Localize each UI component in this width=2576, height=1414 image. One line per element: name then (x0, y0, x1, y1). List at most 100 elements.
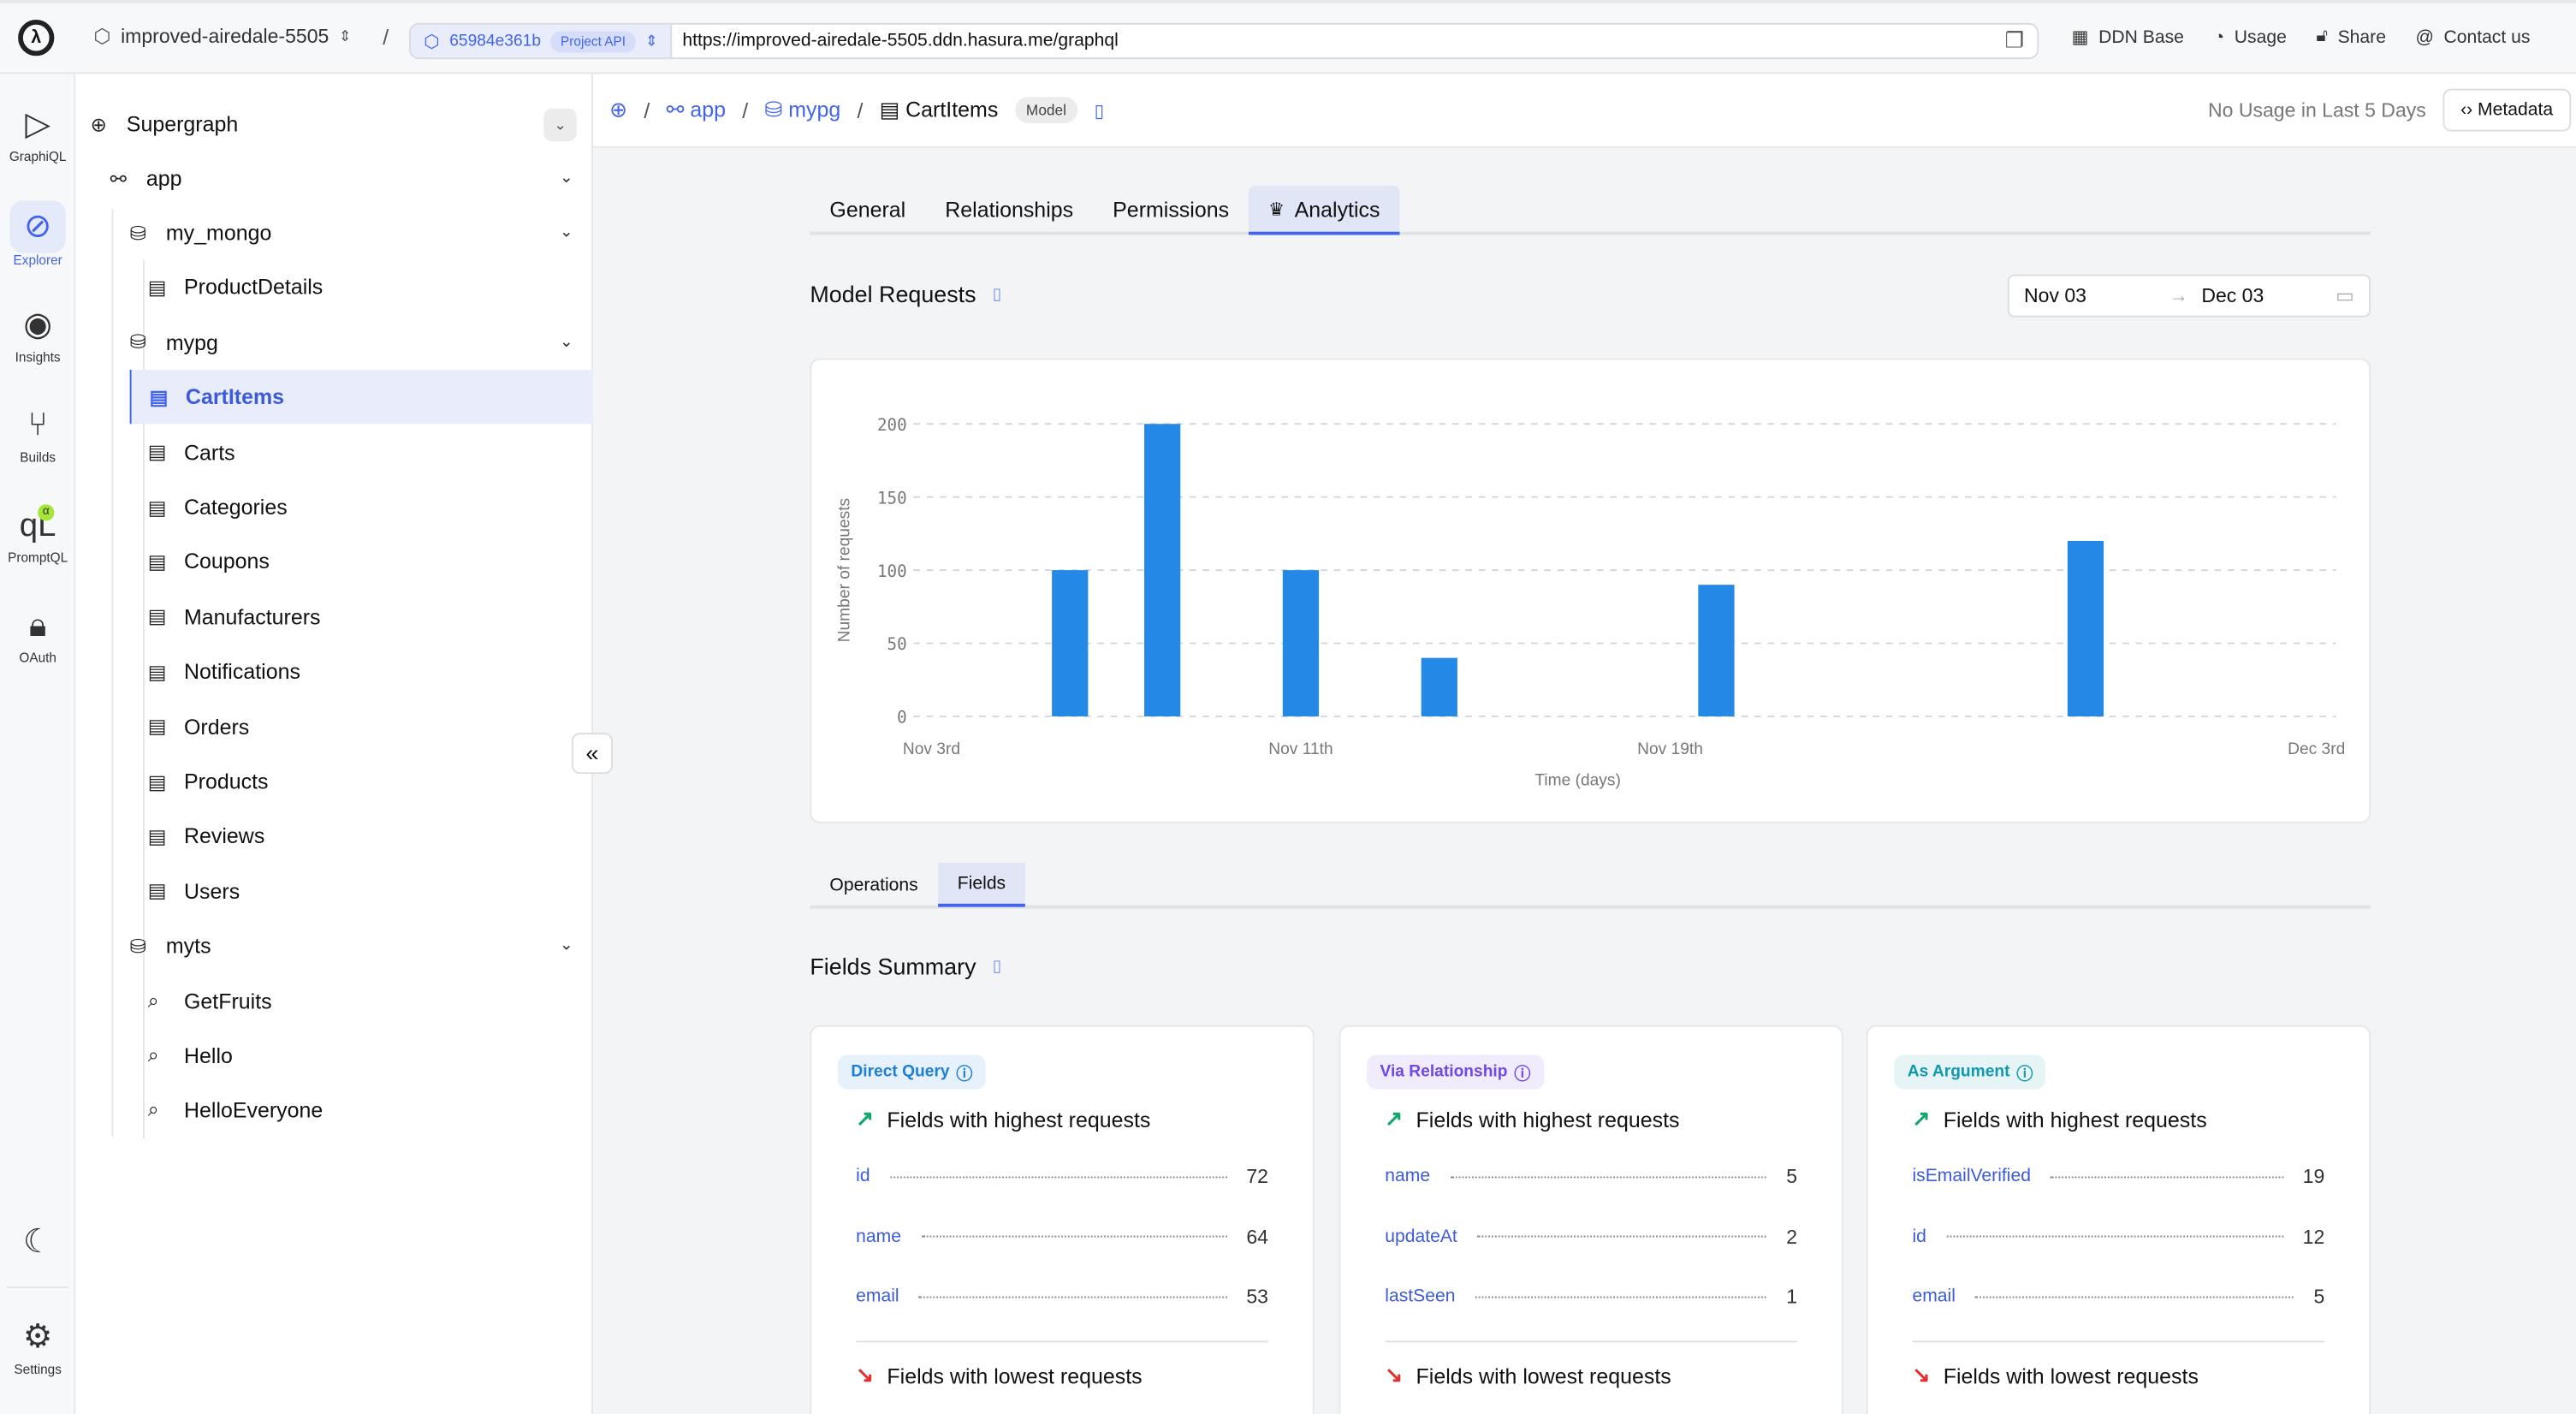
rail-label: OAuth (19, 651, 56, 666)
field-name[interactable]: email (1912, 1286, 1955, 1306)
date-from[interactable]: Nov 03 (2024, 284, 2169, 307)
bar[interactable] (1052, 570, 1089, 716)
date-to[interactable]: Dec 03 (2201, 284, 2336, 307)
tree-connector-myts[interactable]: ⛁ myts ⌄ (130, 918, 593, 972)
tree-item-ProductDetails[interactable]: ▤ ProductDetails (130, 260, 593, 314)
tree-label: Users (183, 878, 240, 904)
rail-insights[interactable]: ◉ Insights (0, 300, 75, 365)
tab-operations[interactable]: Operations (810, 860, 937, 910)
collapse-button[interactable]: ⌄ (543, 107, 577, 141)
bar[interactable] (1144, 424, 1181, 716)
copy-icon[interactable]: ❐ (2005, 28, 2038, 55)
bar[interactable] (1698, 585, 1735, 716)
share-label: Share (2337, 27, 2386, 47)
theme-toggle[interactable]: ☾ (0, 1217, 75, 1267)
search-icon: ⌕ (147, 988, 159, 1012)
tree-item-Reviews[interactable]: ▤ Reviews (130, 809, 593, 863)
badge-label: Via Relationship (1380, 1063, 1508, 1082)
gear-icon: ⚙ (22, 1319, 53, 1356)
lowest-heading: ↘ Fields with lowest requests (856, 1362, 1142, 1388)
usage-link[interactable]: ◔ Usage (2213, 27, 2286, 47)
rail-promptql[interactable]: qL α PromptQL (0, 501, 75, 565)
rail-explorer[interactable]: ⊘ Explorer (0, 200, 75, 268)
tree-label: Carts (183, 439, 235, 465)
tree-item-Coupons[interactable]: ▤ Coupons (130, 535, 593, 589)
x-axis-label: Time (days) (1534, 772, 1621, 790)
field-name[interactable]: lastSeen (1385, 1286, 1455, 1306)
left-rail: ▷ GraphiQL ⊘ Explorer ◉ Insights ⑂ Builds qL… (0, 74, 76, 1414)
date-range-picker[interactable]: Nov 03 → Dec 03 ▭ (2007, 274, 2371, 318)
tree-subgraph-app[interactable]: ⚯ app ⌄ (110, 152, 593, 205)
tree-connector-my_mongo[interactable]: ⛁ my_mongo ⌄ (130, 205, 593, 259)
tree-connector-mypg[interactable]: ⛁ mypg ⌄ (130, 315, 593, 369)
ddn-base-link[interactable]: ▦ DDN Base (2072, 27, 2184, 48)
tree-item-Manufacturers[interactable]: ▤ Manufacturers (130, 590, 593, 644)
info-icon[interactable]: ⓘ (2016, 1060, 2033, 1084)
branch-icon: ⑂ (27, 407, 48, 444)
tree-item-CartItems[interactable]: ▤ CartItems (129, 370, 593, 425)
build-selector[interactable]: ⬡ 65984e361b Project API ⇕ (410, 24, 673, 58)
table-icon: ▤ (147, 660, 167, 683)
contact-link[interactable]: @ Contact us (2416, 27, 2531, 47)
metadata-button[interactable]: ‹› Metadata (2442, 88, 2572, 132)
table-icon: ▤ (147, 715, 167, 739)
tab-fields[interactable]: Fields (937, 862, 1026, 907)
docs-icon[interactable]: ▯ (993, 957, 1002, 975)
info-icon[interactable]: ⓘ (956, 1060, 972, 1084)
rail-builds[interactable]: ⑂ Builds (0, 401, 75, 465)
docs-icon[interactable]: ▯ (993, 285, 1002, 303)
table-icon: ▤ (147, 550, 167, 573)
project-selector[interactable]: ⬡ improved-airedale-5505 ⇕ (93, 25, 351, 48)
field-name[interactable]: id (856, 1167, 870, 1186)
chevron-down-icon: ⌄ (559, 936, 573, 955)
field-name[interactable]: id (1912, 1227, 1926, 1246)
hasura-logo[interactable]: λ (18, 20, 55, 56)
tab-permissions[interactable]: Permissions (1093, 185, 1249, 235)
rail-settings[interactable]: ⚙ Settings (0, 1313, 75, 1376)
bar[interactable] (1282, 570, 1320, 716)
bar[interactable] (1421, 657, 1457, 716)
tree-item-Orders[interactable]: ▤ Orders (130, 699, 593, 753)
endpoint-url[interactable]: https://improved-airedale-5505.ddn.hasur… (673, 31, 2005, 50)
dotted-leader (921, 1235, 1227, 1238)
tree-supergraph[interactable]: ⊕ Supergraph ⌄ (91, 97, 577, 151)
section-title: Fields Summary (810, 953, 976, 980)
url-bar[interactable]: ⬡ 65984e361b Project API ⇕ https://impro… (408, 22, 2039, 60)
tab-relationships[interactable]: Relationships (925, 185, 1093, 235)
field-name[interactable]: email (856, 1286, 899, 1306)
tree-item-Carts[interactable]: ▤ Carts (130, 425, 593, 478)
docs-icon[interactable]: ▯ (1095, 99, 1105, 121)
category-badge: As Argument ⓘ (1894, 1055, 2046, 1090)
field-name[interactable]: updateAt (1385, 1227, 1457, 1246)
tree-item-Notifications[interactable]: ▤ Notifications (130, 645, 593, 698)
info-icon[interactable]: ⓘ (1514, 1060, 1530, 1084)
bar[interactable] (2067, 540, 2104, 716)
collapse-sidebar-button[interactable]: « (572, 733, 614, 775)
field-row: isEmailVerified 19 (1912, 1165, 2324, 1188)
tree-item-Users[interactable]: ▤ Users (130, 864, 593, 918)
globe-icon[interactable]: ⊕ (609, 97, 627, 123)
field-name[interactable]: name (856, 1227, 901, 1246)
tree-item-Hello[interactable]: ⌕ Hello (130, 1029, 593, 1083)
tree-item-HelloEveryone[interactable]: ⌕ HelloEveryone (130, 1084, 593, 1138)
tree-item-GetFruits[interactable]: ⌕ GetFruits (130, 974, 593, 1028)
tree-label: my_mongo (165, 220, 272, 246)
tree-item-Categories[interactable]: ▤ Categories (130, 480, 593, 534)
updown-icon: ⇕ (645, 32, 658, 49)
field-row: lastSeen 1 (1385, 1285, 1797, 1308)
tree-item-Products[interactable]: ▤ Products (130, 754, 593, 808)
graphql-icon: ⬡ (424, 32, 440, 52)
rail-label: Insights (15, 349, 61, 365)
rail-oauth[interactable]: 🔒︎ OAuth (0, 602, 75, 666)
crumb-mypg[interactable]: ⛁ mypg (764, 97, 840, 123)
explorer-tree: ⊕ Supergraph ⌄ ⚯ app ⌄ ⛁ my_mongo ⌄ ▤ ProductDe… (75, 74, 593, 1414)
field-name[interactable]: isEmailVerified (1912, 1167, 2030, 1186)
crumb-app[interactable]: ⚯ app (666, 97, 726, 123)
tab-general[interactable]: General (810, 185, 925, 235)
tab-analytics[interactable]: ♛ Analytics (1249, 185, 1400, 235)
rail-graphiql[interactable]: ▷ GraphiQL (0, 100, 75, 164)
calendar-icon[interactable]: ▭ (2336, 284, 2354, 307)
field-name[interactable]: name (1385, 1167, 1430, 1186)
project-name: improved-airedale-5505 (121, 24, 329, 48)
share-link[interactable]: 🔓︎ Share (2316, 27, 2386, 48)
